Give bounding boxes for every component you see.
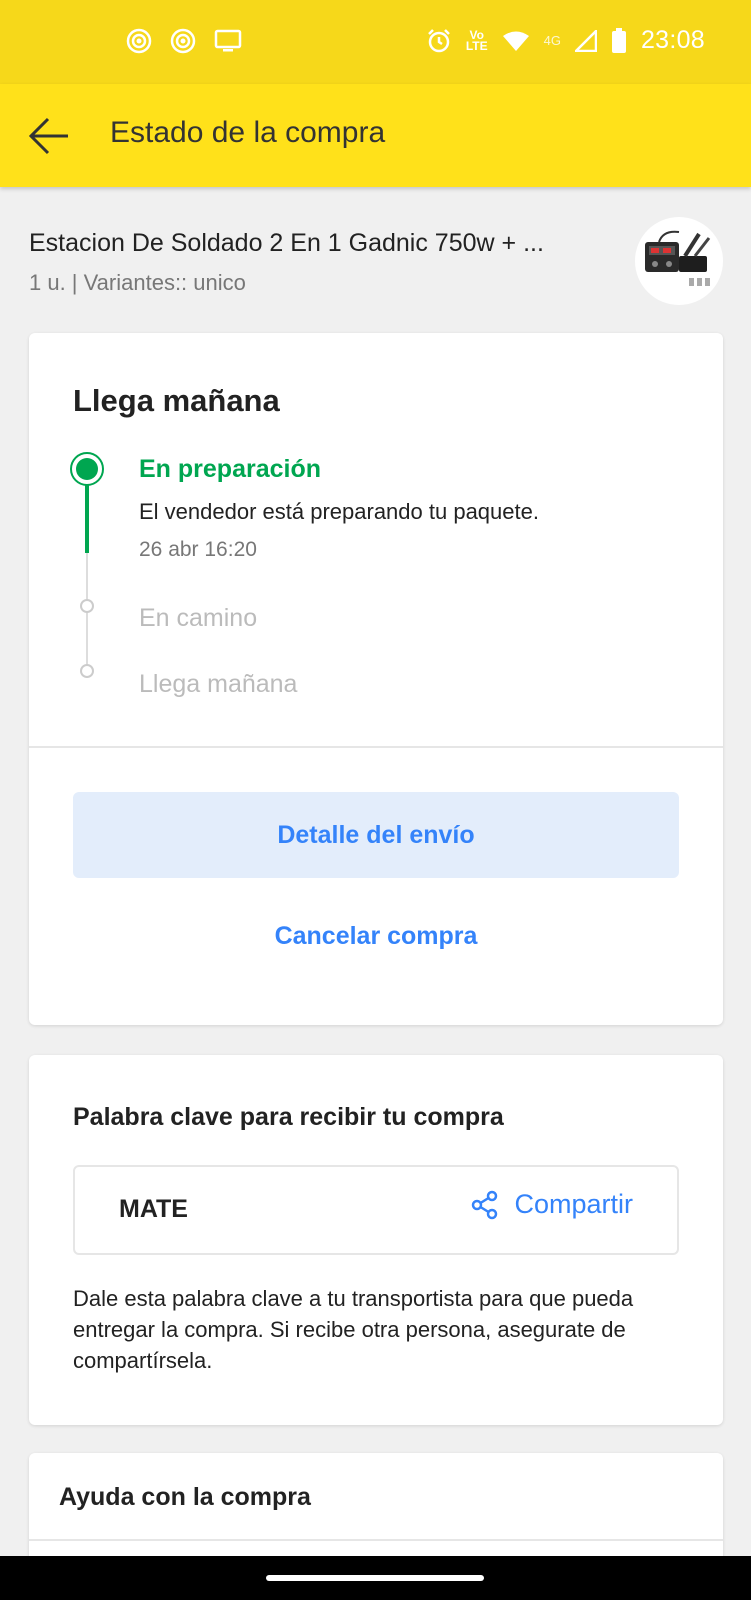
back-button[interactable] bbox=[26, 114, 72, 158]
keyword-value: MATE bbox=[119, 1195, 188, 1223]
signal-app-icon bbox=[126, 28, 152, 54]
app-bar: Estado de la compra bbox=[0, 84, 751, 187]
home-gesture-handle[interactable] bbox=[266, 1575, 484, 1581]
status-bar-system: Vo LTE 4G 23:08 bbox=[426, 26, 705, 55]
cancel-purchase-button[interactable]: Cancelar compra bbox=[73, 893, 679, 979]
share-button[interactable]: Compartir bbox=[470, 1189, 633, 1220]
step-arrives-title: Llega mañana bbox=[139, 670, 298, 698]
product-summary: Estacion De Soldado 2 En 1 Gadnic 750w +… bbox=[0, 187, 751, 317]
page-title: Estado de la compra bbox=[110, 116, 386, 149]
delivery-keyword-card: Palabra clave para recibir tu compra MAT… bbox=[29, 1055, 723, 1425]
step-preparing-title: En preparación bbox=[139, 455, 321, 483]
step-preparing-description: El vendedor está preparando tu paquete. bbox=[139, 499, 539, 524]
keyword-heading: Palabra clave para recibir tu compra bbox=[73, 1103, 504, 1131]
volte-icon: Vo LTE bbox=[465, 27, 488, 53]
status-bar: Vo LTE 4G 23:08 bbox=[0, 0, 751, 84]
product-thumbnail bbox=[635, 217, 723, 305]
timeline-pending-line bbox=[86, 553, 88, 678]
product-variant: 1 u. | Variantes:: unico bbox=[29, 270, 246, 295]
battery-icon bbox=[611, 27, 626, 53]
alarm-icon bbox=[427, 28, 450, 52]
timeline-dot-pending bbox=[80, 664, 94, 678]
divider bbox=[29, 1539, 723, 1541]
wifi-icon bbox=[502, 31, 529, 51]
network-type-label: 4G bbox=[543, 33, 561, 48]
system-navigation-bar bbox=[0, 1556, 751, 1600]
help-heading: Ayuda con la compra bbox=[59, 1483, 311, 1511]
cellular-signal-icon bbox=[574, 29, 597, 52]
order-status-card: Llega mañana En preparación El vendedor … bbox=[29, 333, 723, 1025]
timeline-dot-active bbox=[70, 452, 104, 486]
status-heading: Llega mañana bbox=[73, 383, 280, 418]
share-icon bbox=[472, 1190, 498, 1219]
arrow-left-icon bbox=[28, 117, 68, 155]
status-bar-notifications bbox=[126, 28, 242, 54]
cast-screen-icon bbox=[214, 29, 242, 52]
shipping-details-button[interactable]: Detalle del envío bbox=[73, 792, 679, 878]
share-label: Compartir bbox=[514, 1189, 633, 1219]
soldering-station-thumbnail bbox=[645, 230, 711, 286]
divider bbox=[29, 746, 723, 748]
timeline-dot-pending bbox=[80, 599, 94, 613]
product-name: Estacion De Soldado 2 En 1 Gadnic 750w +… bbox=[29, 229, 544, 257]
keyword-box: MATE Compartir bbox=[73, 1165, 679, 1255]
keyword-help-text: Dale esta palabra clave a tu transportis… bbox=[73, 1286, 634, 1373]
signal-app-icon bbox=[170, 28, 196, 54]
clock: 23:08 bbox=[640, 26, 705, 54]
step-preparing-date: 26 abr 16:20 bbox=[139, 538, 257, 561]
step-in-transit-title: En camino bbox=[139, 604, 258, 632]
